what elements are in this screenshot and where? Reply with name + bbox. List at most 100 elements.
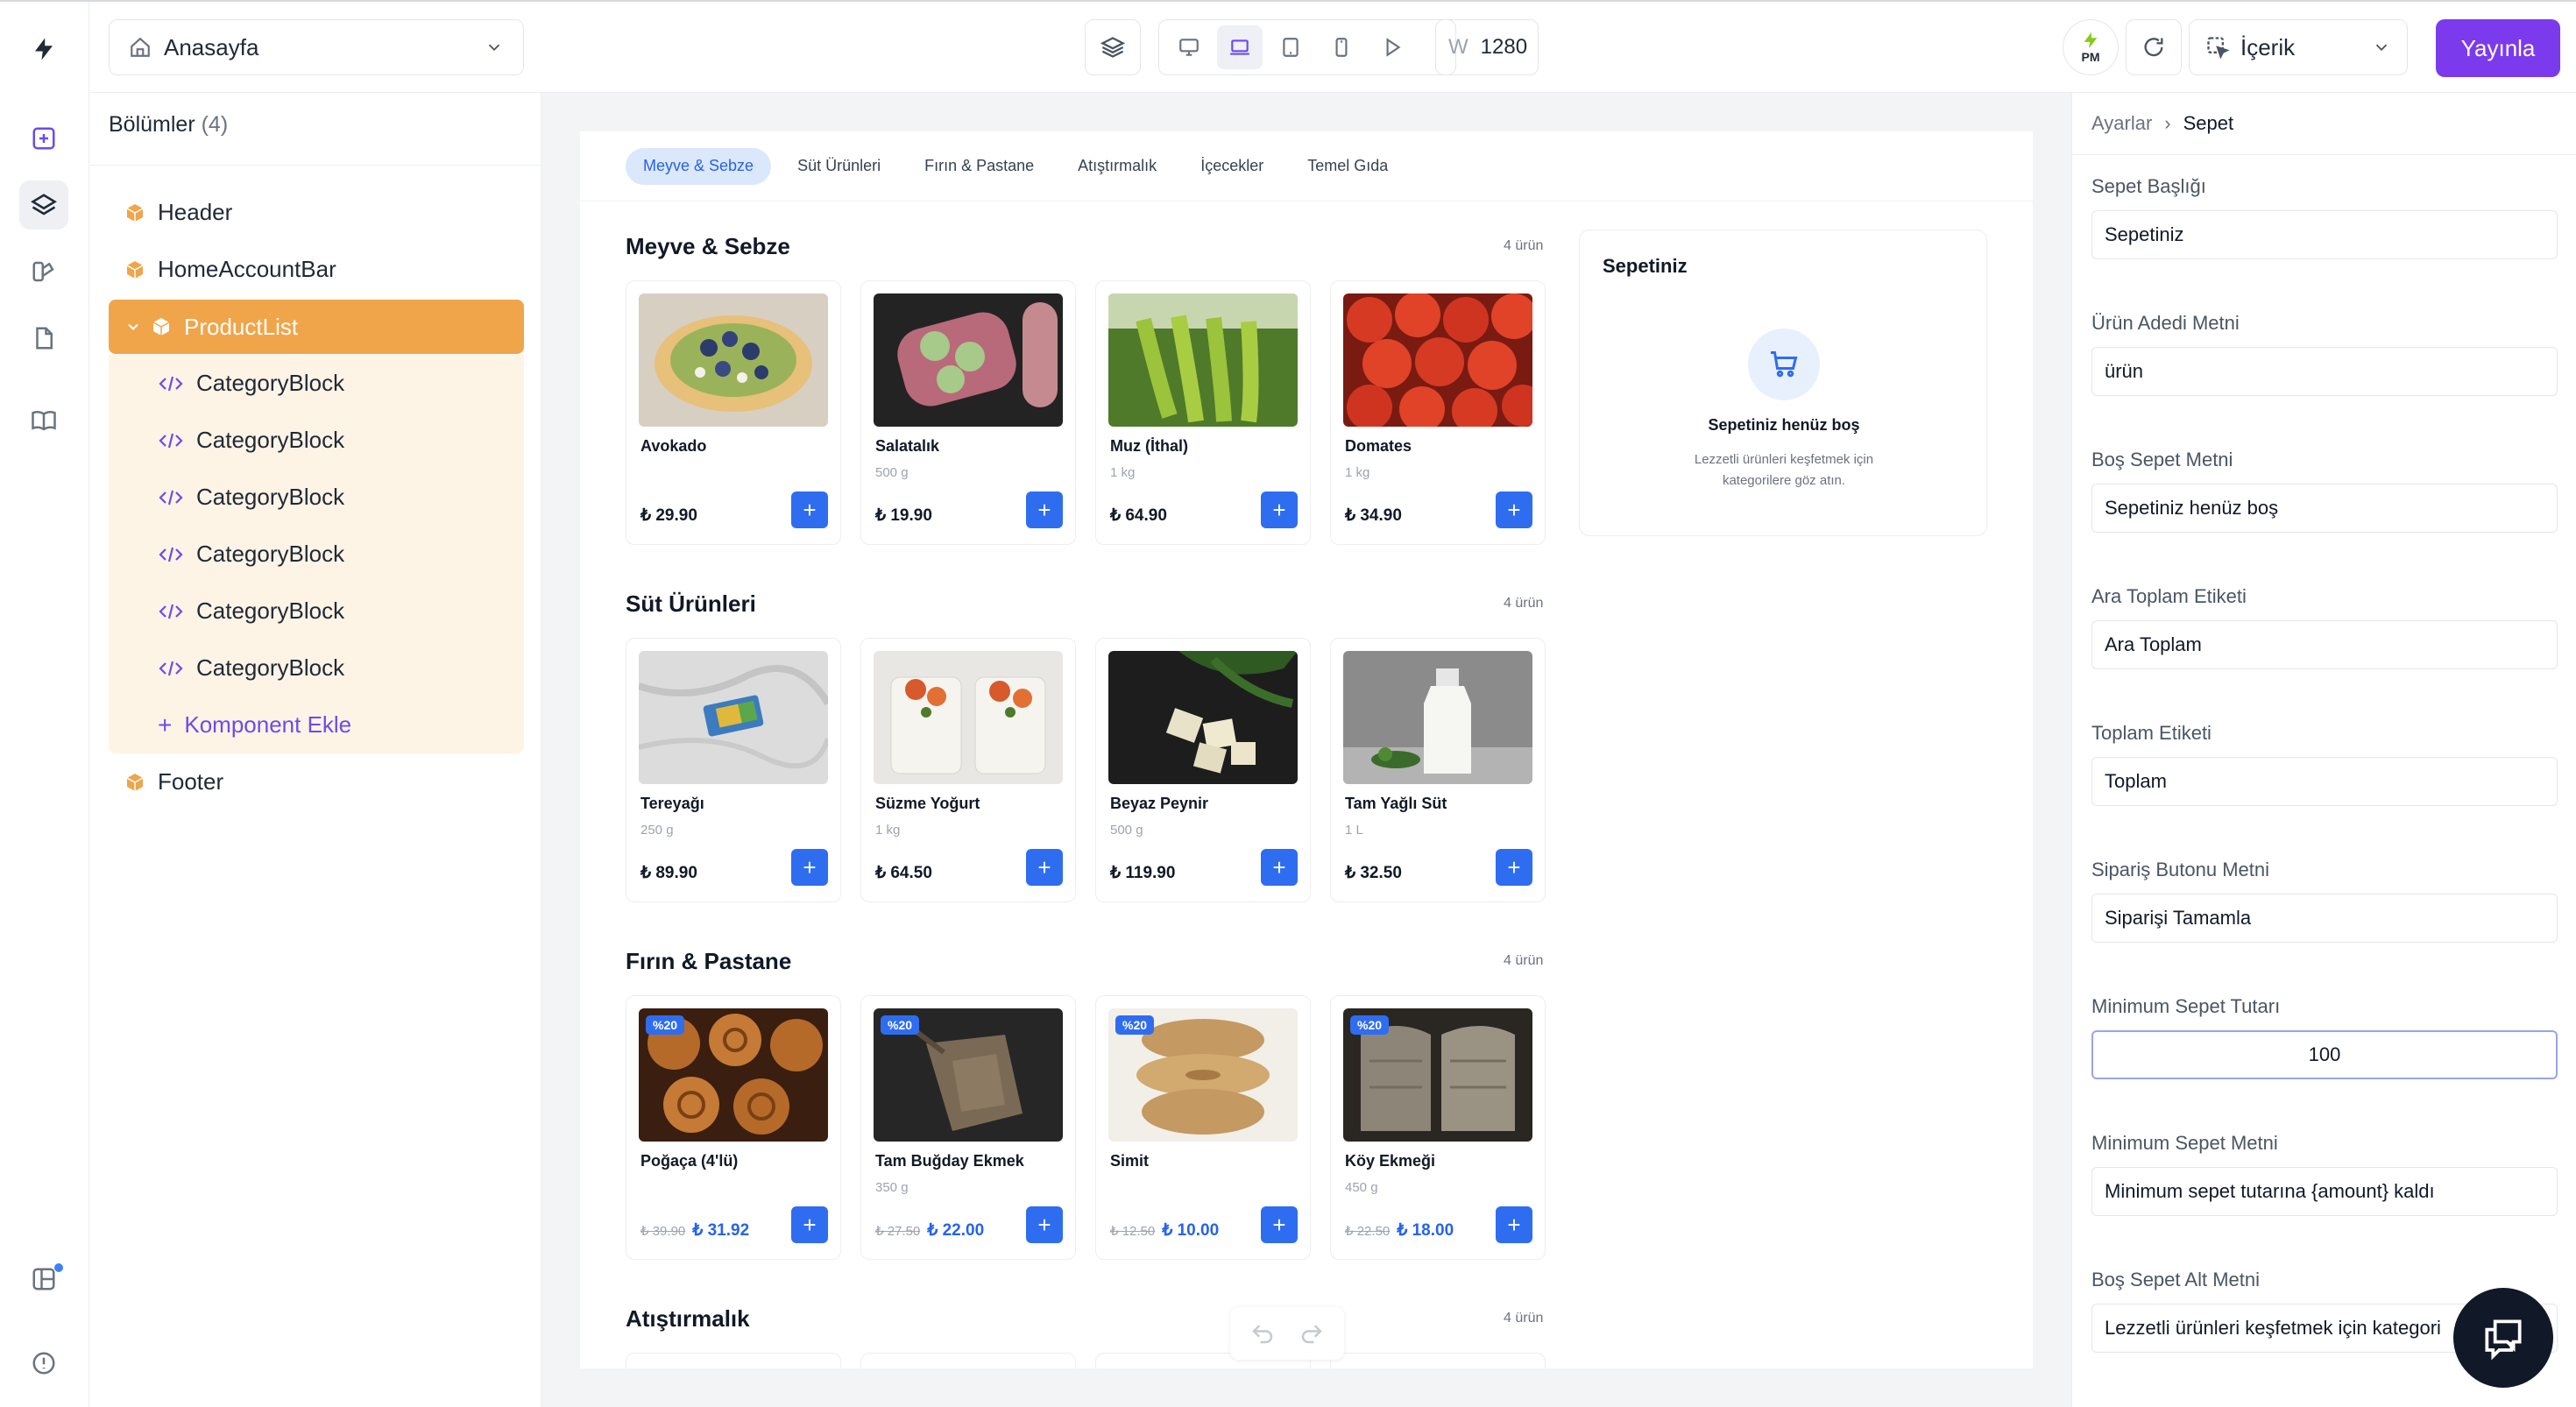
field-label: Toplam Etiketi — [2091, 722, 2212, 744]
field-input[interactable]: Sepetiniz — [2091, 210, 2558, 259]
add-component-button[interactable]: + Komponent Ekle — [109, 696, 524, 753]
add-to-cart-button[interactable]: + — [791, 849, 828, 886]
field-input[interactable]: Sepetiniz henüz boş — [2091, 484, 2558, 533]
product-card[interactable]: %20 Poğaça (4'lü) ₺ 39.90 ₺ 31.92 + — [626, 995, 841, 1260]
field-input[interactable]: Siparişi Tamamla — [2091, 894, 2558, 943]
breadcrumb-root[interactable]: Ayarlar — [2091, 112, 2152, 135]
product-name: Muz (İthal) — [1110, 437, 1188, 455]
field-input[interactable]: 100 — [2091, 1030, 2558, 1079]
tree-child-categoryblock[interactable]: CategoryBlock — [109, 526, 524, 583]
tree-child-categoryblock[interactable]: CategoryBlock — [109, 412, 524, 469]
redo-icon[interactable] — [1299, 1320, 1325, 1347]
mode-select[interactable]: İçerik — [2189, 19, 2408, 75]
tree-child-categoryblock[interactable]: CategoryBlock — [109, 583, 524, 640]
field-input[interactable]: Minimum sepet tutarına {amount} kaldı — [2091, 1167, 2558, 1216]
add-to-cart-button[interactable]: + — [1496, 849, 1532, 886]
tree-child-categoryblock[interactable]: CategoryBlock — [109, 355, 524, 412]
discount-price: ₺ 18.00 — [1397, 1221, 1454, 1240]
field-label: Boş Sepet Metni — [2091, 449, 2233, 470]
category-tab[interactable]: Meyve & Sebze — [626, 147, 772, 185]
field-label: Minimum Sepet Metni — [2091, 1132, 2278, 1154]
product-unit: 350 g — [875, 1180, 909, 1195]
product-card[interactable]: Salatalık 500 g ₺ 19.90 + — [860, 280, 1076, 545]
width-value: 1280 — [1480, 35, 1528, 59]
tree-item-header[interactable]: Header — [109, 184, 524, 241]
chat-support-button[interactable] — [2453, 1288, 2553, 1388]
product-card[interactable]: Avokado ₺ 29.90 + — [626, 280, 841, 545]
field-label: Ürün Adedi Metni — [2091, 312, 2240, 334]
add-to-cart-button[interactable]: + — [791, 1206, 828, 1243]
category-tab[interactable]: Atıştırmalık — [1060, 148, 1174, 185]
theme-icon[interactable] — [19, 247, 68, 296]
setting-field: Minimum Sepet Tutarı 100 — [2091, 995, 2558, 1079]
tree-item-homeaccountbar[interactable]: HomeAccountBar — [109, 241, 524, 298]
product-card[interactable] — [626, 1353, 841, 1368]
product-image — [1343, 651, 1532, 784]
discount-badge: %20 — [1350, 1015, 1390, 1035]
add-section-icon[interactable] — [19, 114, 68, 163]
desktop-view-button[interactable] — [1166, 25, 1212, 69]
product-card[interactable]: Süzme Yoğurt 1 kg ₺ 64.50 + — [860, 638, 1076, 902]
category-tab[interactable]: Süt Ürünleri — [780, 148, 898, 185]
add-to-cart-button[interactable]: + — [1496, 1206, 1532, 1243]
add-to-cart-button[interactable]: + — [1496, 491, 1532, 528]
tree-child-label: CategoryBlock — [196, 484, 345, 510]
setting-field: Minimum Sepet Metni Minimum sepet tutarı… — [2091, 1132, 2558, 1216]
product-image — [639, 293, 828, 427]
add-to-cart-button[interactable]: + — [1026, 491, 1063, 528]
chat-icon — [2485, 1319, 2522, 1361]
product-card[interactable]: Muz (İthal) 1 kg ₺ 64.90 + — [1095, 280, 1311, 545]
product-card[interactable]: %20 Tam Buğday Ekmek 350 g ₺ 27.50 ₺ 22.0… — [860, 995, 1076, 1260]
width-input[interactable]: W 1280 — [1435, 19, 1539, 75]
category-tab[interactable]: İçecekler — [1183, 148, 1281, 185]
refresh-button[interactable] — [2126, 19, 2182, 75]
bolt-logo-icon[interactable] — [19, 25, 68, 74]
add-to-cart-button[interactable]: + — [1026, 849, 1063, 886]
category-tab[interactable]: Fırın & Pastane — [907, 148, 1051, 185]
product-image — [639, 651, 828, 784]
field-input[interactable]: Ara Toplam — [2091, 620, 2558, 669]
tree-item-label: Header — [158, 199, 233, 225]
tablet-view-button[interactable] — [1268, 25, 1313, 69]
section-title: Süt Ürünleri — [626, 590, 756, 617]
page-select[interactable]: Anasayfa — [109, 19, 524, 75]
page-icon[interactable] — [19, 314, 68, 363]
layers-toggle-button[interactable] — [1085, 19, 1141, 75]
tree-child-label: CategoryBlock — [196, 541, 345, 567]
add-to-cart-button[interactable]: + — [1261, 1206, 1298, 1243]
layers-icon[interactable] — [19, 180, 68, 230]
undo-icon[interactable] — [1249, 1320, 1276, 1347]
publish-button[interactable]: Yayınla — [2436, 19, 2560, 77]
product-image: %20 — [1343, 1008, 1532, 1142]
product-card[interactable]: Domates 1 kg ₺ 34.90 + — [1330, 280, 1546, 545]
product-name: Tam Buğday Ekmek — [875, 1152, 1024, 1170]
product-card[interactable]: Beyaz Peynir 500 g ₺ 119.90 + — [1095, 638, 1311, 902]
product-card[interactable]: %20 Simit ₺ 12.50 ₺ 10.00 + — [1095, 995, 1311, 1260]
pm-badge[interactable]: PM — [2063, 19, 2119, 75]
add-to-cart-button[interactable]: + — [1261, 491, 1298, 528]
tree-item-footer[interactable]: Footer — [109, 753, 524, 810]
product-card[interactable] — [1330, 1353, 1546, 1368]
category-tab[interactable]: Temel Gıda — [1290, 148, 1405, 185]
product-card[interactable]: Tereyağı 250 g ₺ 89.90 + — [626, 638, 841, 902]
product-card[interactable]: %20 Köy Ekmeği 450 g ₺ 22.50 ₺ 18.00 + — [1330, 995, 1546, 1260]
productlist-children: CategoryBlock CategoryBlock CategoryBloc… — [109, 355, 524, 753]
field-input[interactable]: ürün — [2091, 347, 2558, 396]
add-to-cart-button[interactable]: + — [791, 491, 828, 528]
mobile-view-button[interactable] — [1319, 25, 1364, 69]
info-icon[interactable] — [19, 1339, 68, 1388]
widgets-icon[interactable] — [19, 1255, 68, 1304]
product-card[interactable] — [860, 1353, 1076, 1368]
product-name: Salatalık — [875, 437, 940, 455]
tree-item-productlist[interactable]: ProductList — [109, 300, 524, 354]
add-to-cart-button[interactable]: + — [1261, 849, 1298, 886]
preview-play-button[interactable] — [1369, 25, 1415, 69]
laptop-view-button[interactable] — [1217, 25, 1263, 69]
product-card[interactable]: Tam Yağlı Süt 1 L ₺ 32.50 + — [1330, 638, 1546, 902]
add-to-cart-button[interactable]: + — [1026, 1206, 1063, 1243]
product-name: Domates — [1345, 437, 1412, 455]
tree-child-categoryblock[interactable]: CategoryBlock — [109, 469, 524, 526]
tree-child-categoryblock[interactable]: CategoryBlock — [109, 640, 524, 696]
docs-book-icon[interactable] — [19, 396, 68, 445]
field-input[interactable]: Toplam — [2091, 757, 2558, 806]
